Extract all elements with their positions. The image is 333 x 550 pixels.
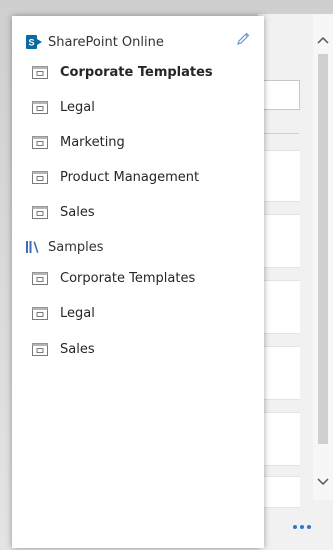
library-item-sales[interactable]: Sales xyxy=(12,197,264,227)
library-folder-icon xyxy=(32,136,48,149)
library-item-label: Sales xyxy=(60,204,95,220)
ellipsis-icon[interactable] xyxy=(282,518,322,536)
library-item-legal[interactable]: Legal xyxy=(12,298,264,328)
group-header-label: Samples xyxy=(48,239,104,255)
library-item-marketing[interactable]: Marketing xyxy=(12,127,264,157)
library-item-label: Legal xyxy=(60,305,95,321)
library-item-corporate-templates[interactable]: Corporate Templates xyxy=(12,263,264,293)
books-icon xyxy=(26,241,39,253)
background-card xyxy=(263,280,300,334)
library-item-corporate-templates[interactable]: Corporate Templates xyxy=(12,57,264,87)
sharepoint-icon: S xyxy=(26,35,42,49)
library-item-legal[interactable]: Legal xyxy=(12,92,264,122)
library-item-label: Marketing xyxy=(60,134,125,150)
background-card xyxy=(263,412,300,466)
library-panel: S SharePoint Online Corporate Templates … xyxy=(12,16,264,548)
library-item-product-management[interactable]: Product Management xyxy=(12,162,264,192)
background-card xyxy=(263,476,300,508)
background-input xyxy=(263,80,300,110)
library-item-label: Product Management xyxy=(60,169,200,185)
library-item-sales[interactable]: Sales xyxy=(12,334,264,364)
library-folder-icon xyxy=(32,343,48,356)
group-header-sharepoint-online[interactable]: S SharePoint Online xyxy=(12,27,264,57)
library-folder-icon xyxy=(32,101,48,114)
library-item-label: Corporate Templates xyxy=(60,64,213,80)
library-item-label: Sales xyxy=(60,341,95,357)
background-divider xyxy=(263,133,299,134)
background-card xyxy=(263,150,300,202)
library-item-label: Legal xyxy=(60,99,95,115)
chevron-down-icon[interactable] xyxy=(313,472,333,492)
library-folder-icon xyxy=(32,66,48,79)
svg-text:S: S xyxy=(28,38,34,48)
library-folder-icon xyxy=(32,272,48,285)
background-card xyxy=(263,346,300,400)
group-header-samples[interactable]: Samples xyxy=(12,232,264,262)
library-folder-icon xyxy=(32,171,48,184)
library-folder-icon xyxy=(32,307,48,320)
library-item-label: Corporate Templates xyxy=(60,270,196,286)
chevron-up-icon[interactable] xyxy=(313,30,333,50)
group-header-label: SharePoint Online xyxy=(48,34,164,50)
vertical-scrollbar[interactable] xyxy=(313,14,333,500)
scroll-thumb[interactable] xyxy=(318,54,328,444)
background-card xyxy=(263,214,300,268)
library-folder-icon xyxy=(32,206,48,219)
